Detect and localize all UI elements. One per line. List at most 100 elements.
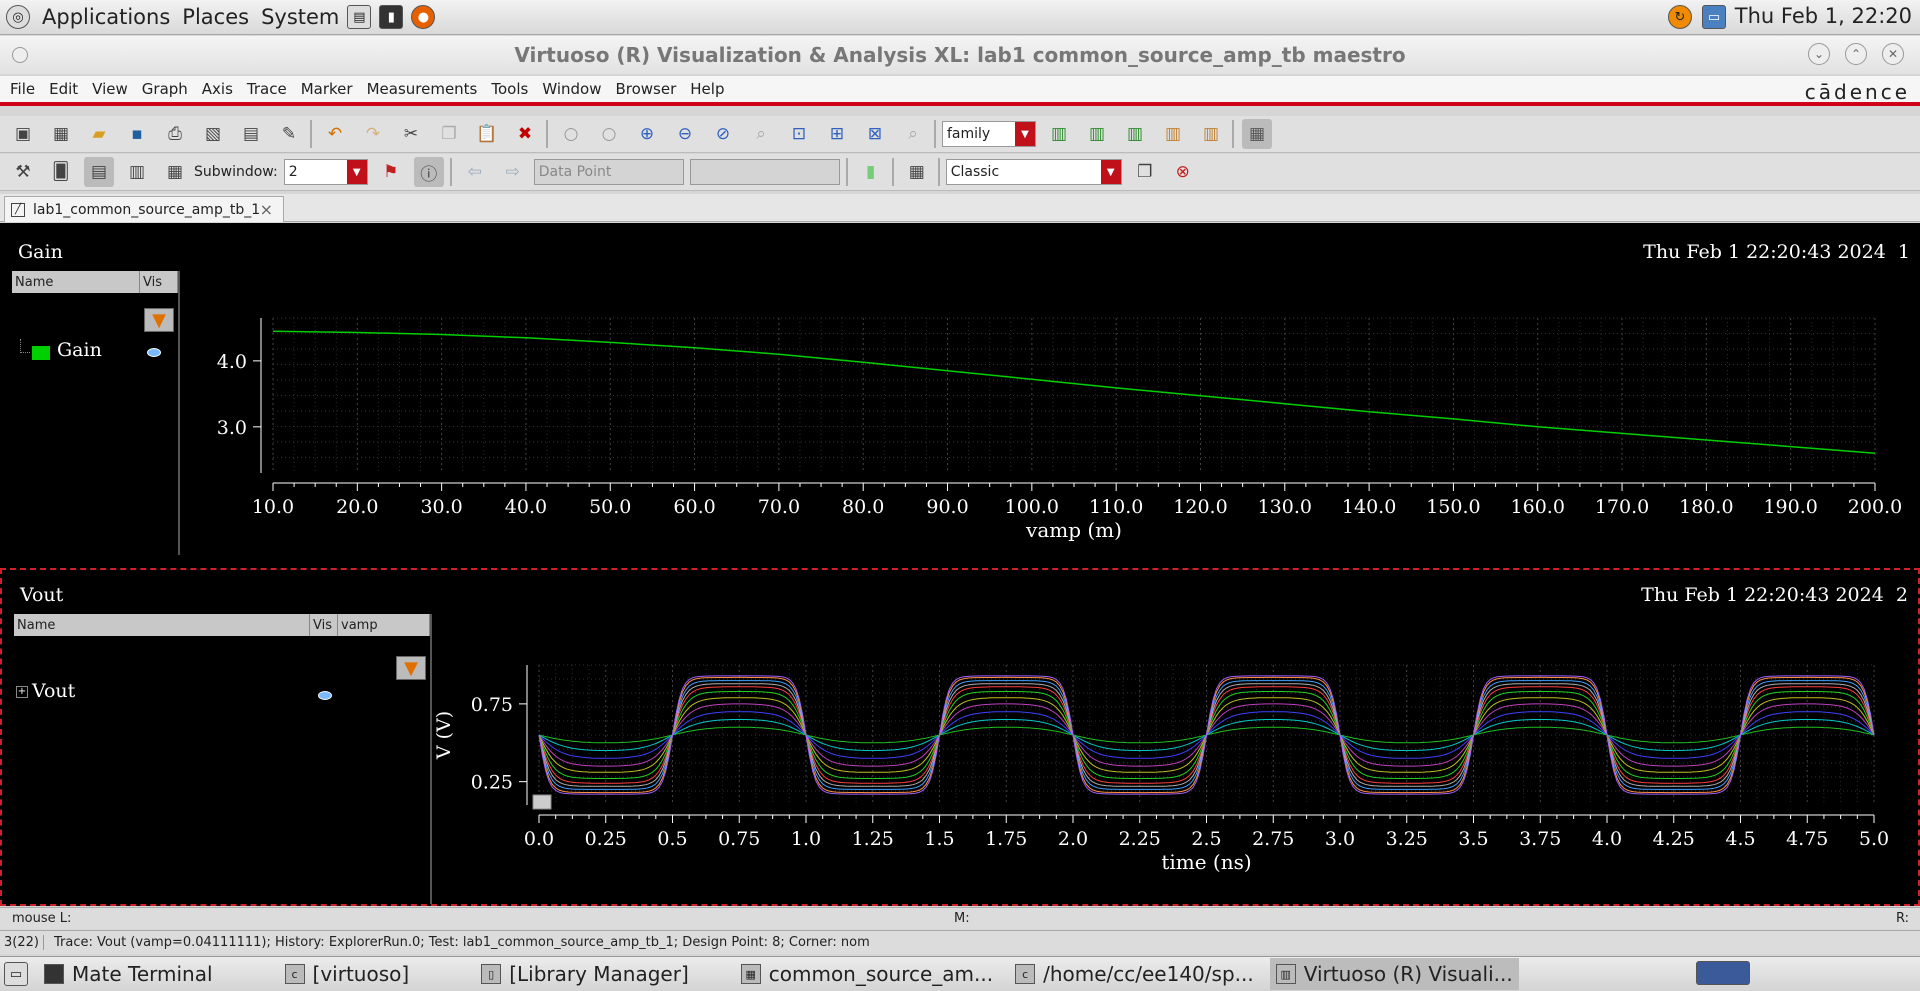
forward-icon[interactable]: ⇨ xyxy=(498,157,528,187)
strip-chart-icon[interactable]: ▥ xyxy=(1044,119,1074,149)
legend-header-vamp: vamp xyxy=(338,614,430,636)
stack-layout-icon[interactable]: ▤ xyxy=(84,157,114,187)
style-combo[interactable]: Classic ▼ xyxy=(945,159,1122,185)
undo-icon[interactable]: ↶ xyxy=(320,119,350,149)
table-icon[interactable]: ▦ xyxy=(902,157,932,187)
zoom-fit-icon[interactable]: ○ xyxy=(556,119,586,149)
pan-icon[interactable]: ⊞ xyxy=(822,119,852,149)
chevron-down-icon[interactable]: ▼ xyxy=(1015,122,1035,146)
menu-trace[interactable]: Trace xyxy=(247,80,287,98)
back-icon[interactable]: ⇦ xyxy=(460,157,490,187)
fit-all-icon[interactable]: ⊠ xyxy=(860,119,890,149)
info-icon[interactable]: ⓘ xyxy=(413,157,444,187)
open-icon[interactable]: ▰ xyxy=(84,119,114,149)
graph-attributes-icon[interactable]: ▥ xyxy=(1196,119,1226,149)
chevron-down-icon[interactable]: ▼ xyxy=(1100,160,1121,184)
redo-icon[interactable]: ↷ xyxy=(358,119,388,149)
cards-icon[interactable]: 🂠 xyxy=(46,157,76,187)
zoom-box-icon[interactable]: ⊡ xyxy=(784,119,814,149)
menu-edit[interactable]: Edit xyxy=(49,80,78,98)
tab-close-icon[interactable]: × xyxy=(260,200,273,219)
tree-expander[interactable]: + xyxy=(16,686,28,698)
maximize-icon[interactable]: ⌃ xyxy=(1845,43,1867,65)
grid-layout-icon[interactable]: ▦ xyxy=(160,157,190,187)
delete-icon[interactable]: ✖ xyxy=(510,119,540,149)
save-icon[interactable]: ▪ xyxy=(122,119,152,149)
graph-settings-icon[interactable]: ▥ xyxy=(1158,119,1188,149)
panel-clock[interactable]: Thu Feb 1, 22:20 xyxy=(1735,4,1912,28)
firefox-icon[interactable]: ● xyxy=(411,5,436,29)
menu-help[interactable]: Help xyxy=(690,80,724,98)
minimize-icon[interactable]: ⌄ xyxy=(1808,43,1830,65)
task-virtuoso[interactable]: c [virtuoso] xyxy=(279,958,416,990)
zoom-x-icon[interactable]: ⊘ xyxy=(708,119,738,149)
cut-icon[interactable]: ✂ xyxy=(396,119,426,149)
menu-axis[interactable]: Axis xyxy=(202,80,233,98)
family-combo[interactable]: family ▼ xyxy=(942,121,1036,147)
overlay-icon[interactable]: ▥ xyxy=(1082,119,1112,149)
filter-icon[interactable]: ▼ xyxy=(144,308,174,332)
zoom-y-icon[interactable]: ⌕ xyxy=(746,119,776,149)
copy-icon[interactable]: ❐ xyxy=(434,119,464,149)
workspace-switcher-icon[interactable] xyxy=(1696,961,1750,985)
filter-icon[interactable]: ▼ xyxy=(396,656,426,680)
column-layout-icon[interactable]: ▥ xyxy=(122,157,152,187)
paste-icon[interactable]: 📋 xyxy=(472,119,502,149)
task-home-path[interactable]: c/home/cc/ee140/sp... xyxy=(1009,958,1260,990)
new-subwindow-icon[interactable]: ▦ xyxy=(46,119,76,149)
menu-view[interactable]: View xyxy=(92,80,128,98)
subwindow-gain[interactable]: Gain Thu Feb 1 22:20:43 2024 1 Name Vis … xyxy=(0,223,1920,563)
zoom-out-icon[interactable]: ⊖ xyxy=(670,119,700,149)
file-manager-icon[interactable]: ▤ xyxy=(347,5,372,29)
bar-chart-icon[interactable]: ▮ xyxy=(856,157,886,187)
vout-chart[interactable]: 0.0 0.25 0.5 0.75 1.0 1.25 1.5 1.75 2.0 2.25 2.5 2.… xyxy=(428,570,1918,904)
calculator-icon[interactable]: ▤ xyxy=(236,119,266,149)
menu-graph[interactable]: Graph xyxy=(142,80,188,98)
task-virtuoso-visualization[interactable]: ▥ Virtuoso (R) Visuali... xyxy=(1269,958,1519,990)
task-mate-terminal[interactable]: Mate Terminal xyxy=(38,958,219,990)
show-desktop-icon[interactable]: ▭ xyxy=(4,962,28,986)
tab-lab1-common-source-amp-tb-1[interactable]: ╱ lab1_common_source_amp_tb_1 × xyxy=(4,196,284,222)
visibility-eye-icon[interactable] xyxy=(318,691,332,700)
terminal-icon[interactable]: ▮ xyxy=(379,5,404,29)
task-common-source-amp[interactable]: ▦ common_source_am... xyxy=(735,958,999,990)
close-icon[interactable]: ✕ xyxy=(1882,43,1904,65)
places-menu[interactable]: Places xyxy=(182,5,249,29)
zoom-in-icon[interactable]: ⊕ xyxy=(632,119,662,149)
window-delete-icon[interactable]: ⊗ xyxy=(1168,157,1198,187)
grid-toggle-icon[interactable]: ▦ xyxy=(1242,119,1272,149)
wand-icon[interactable]: ⚒ xyxy=(8,157,38,187)
menu-tools[interactable]: Tools xyxy=(491,80,528,98)
new-window-icon[interactable]: ▣ xyxy=(8,119,38,149)
menu-marker[interactable]: Marker xyxy=(301,80,353,98)
task-library-manager[interactable]: ▯ [Library Manager] xyxy=(475,958,695,990)
update-icon[interactable]: ↻ xyxy=(1668,5,1692,29)
subwindow-vout[interactable]: Vout Thu Feb 1 22:20:43 2024 2 Name Vis … xyxy=(0,568,1920,906)
gain-chart[interactable]: 10.0 20.0 30.0 40.0 50.0 60.0 70.0 80.0 90.0 100.… xyxy=(180,223,1920,563)
legend-trace-gain[interactable]: Gain xyxy=(57,339,102,361)
rectangular-icon[interactable]: ▥ xyxy=(1120,119,1150,149)
flag-icon[interactable]: ⚑ xyxy=(376,157,406,187)
print-icon[interactable]: ⎙ xyxy=(160,119,190,149)
applications-menu[interactable]: Applications xyxy=(42,5,170,29)
menu-file[interactable]: File xyxy=(10,80,35,98)
edit-icon[interactable]: ✎ xyxy=(274,119,304,149)
window-menu-icon[interactable] xyxy=(12,47,28,63)
system-menu[interactable]: System xyxy=(261,5,339,29)
chevron-down-icon[interactable]: ▼ xyxy=(346,160,367,184)
datapoint-value-field[interactable] xyxy=(689,159,840,185)
visibility-eye-icon[interactable] xyxy=(147,348,161,357)
menu-browser[interactable]: Browser xyxy=(615,80,676,98)
subwindow-combo[interactable]: 2 ▼ xyxy=(283,159,368,185)
zoom-previous-icon[interactable]: ⌕ xyxy=(898,119,928,149)
export-image-icon[interactable]: ▧ xyxy=(198,119,228,149)
legend-trace-vout[interactable]: Vout xyxy=(32,680,75,702)
window-copy-icon[interactable]: ❐ xyxy=(1130,157,1160,187)
menu-measurements[interactable]: Measurements xyxy=(367,80,478,98)
network-icon[interactable]: ▭ xyxy=(1702,5,1726,29)
mate-logo-icon[interactable]: ◎ xyxy=(6,5,30,29)
menu-window[interactable]: Window xyxy=(542,80,601,98)
y-tick-label: 4.0 xyxy=(217,351,247,373)
zoom-reset-icon[interactable]: ○ xyxy=(594,119,624,149)
datapoint-combo[interactable]: Data Point xyxy=(533,159,684,185)
